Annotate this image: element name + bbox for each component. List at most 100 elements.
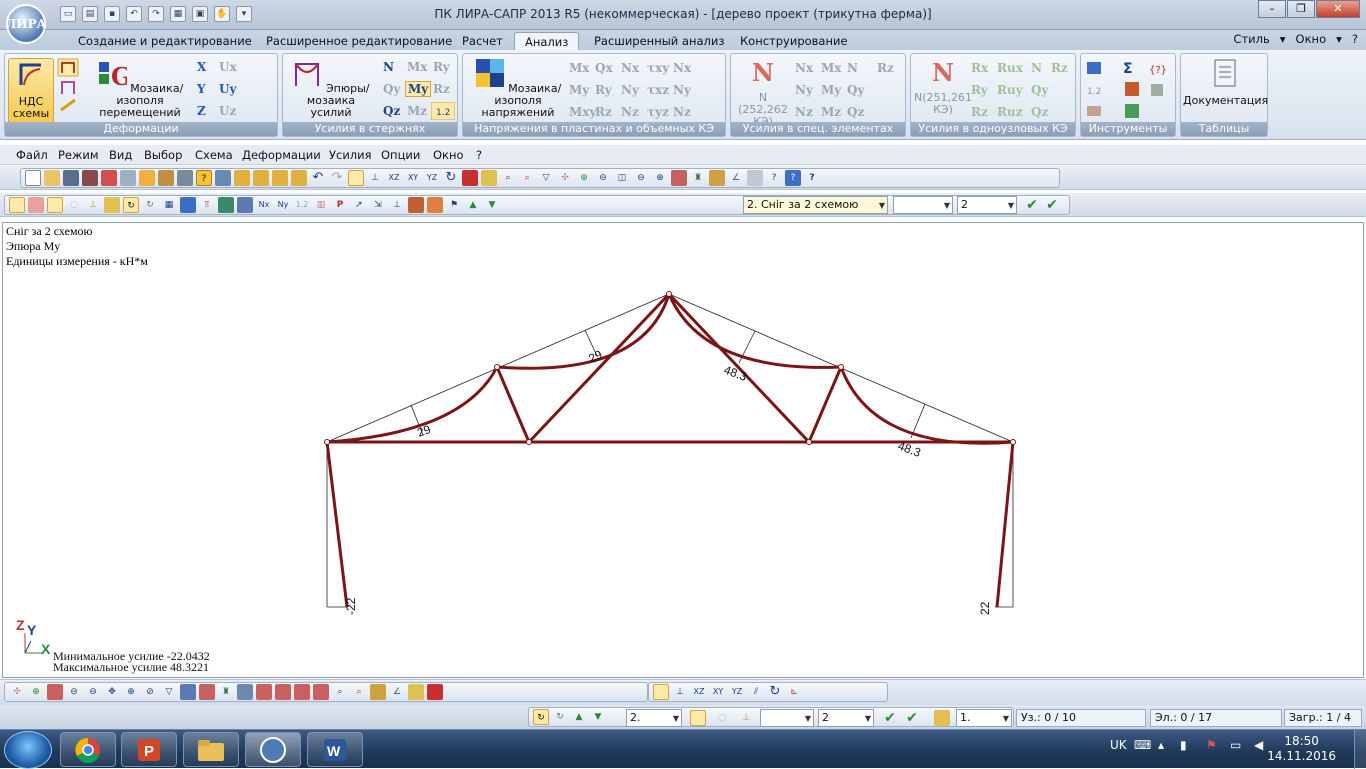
- zoom-out-icon[interactable]: ⊖: [595, 170, 611, 186]
- menu-view[interactable]: Вид: [109, 148, 132, 162]
- axes-red-icon[interactable]: ⊾: [786, 684, 802, 700]
- whats-this-icon[interactable]: ?: [766, 170, 782, 186]
- refresh2-icon[interactable]: ↻: [142, 197, 158, 213]
- projection-icon[interactable]: ⫽: [748, 684, 764, 700]
- settings-icon[interactable]: [177, 170, 193, 186]
- diagram-values-icon[interactable]: 1.2: [431, 102, 455, 120]
- uy-symbol[interactable]: Uy: [219, 82, 236, 96]
- zoom-fit-icon[interactable]: ⊕: [652, 170, 668, 186]
- zoom-reset-icon-b[interactable]: ⌕: [351, 684, 367, 700]
- fragment-icon-b[interactable]: ✣: [9, 684, 25, 700]
- load-icon-1[interactable]: [234, 170, 250, 186]
- view-xz-icon[interactable]: XZ: [386, 170, 402, 186]
- diagram-toggle-icon[interactable]: [28, 197, 44, 213]
- zoom-out-icon-b[interactable]: ⊖: [66, 684, 82, 700]
- z-symbol[interactable]: Z: [197, 104, 206, 118]
- p-icon[interactable]: P: [332, 197, 348, 213]
- print-icon[interactable]: [82, 170, 98, 186]
- apply-all-icon[interactable]: ✔: [1044, 197, 1060, 213]
- pencil-icon[interactable]: [481, 170, 497, 186]
- apply-icon-s[interactable]: ✔: [882, 710, 898, 726]
- marker-icon-b[interactable]: ♜: [218, 684, 234, 700]
- refresh-icon[interactable]: ↻: [123, 197, 139, 213]
- axes-view-icon-b[interactable]: [653, 684, 669, 700]
- maximize-button[interactable]: ❐: [1287, 0, 1315, 18]
- stress-map-icon[interactable]: [237, 197, 253, 213]
- apply-all-icon-s[interactable]: ✔: [904, 710, 920, 726]
- load-icon-4[interactable]: [291, 170, 307, 186]
- filter-select[interactable]: ▼: [893, 196, 953, 214]
- menu-help[interactable]: ?: [476, 148, 482, 162]
- undo-icon-tb[interactable]: ↶: [310, 170, 326, 186]
- dimension-icon[interactable]: ∠: [728, 170, 744, 186]
- mesh-icon[interactable]: ▦: [161, 197, 177, 213]
- view-xy-icon-b[interactable]: XY: [710, 684, 726, 700]
- rotate-icon[interactable]: ↻: [443, 170, 459, 186]
- circle-icon[interactable]: ◌: [66, 197, 82, 213]
- menu-mode[interactable]: Режим: [58, 148, 99, 162]
- view-xz-icon-b[interactable]: XZ: [691, 684, 707, 700]
- node[interactable]: [1010, 439, 1016, 445]
- flag-icon[interactable]: ⚑: [446, 197, 462, 213]
- zoom-in-icon-b[interactable]: ⊕: [28, 684, 44, 700]
- node[interactable]: [666, 291, 672, 297]
- language-indicator[interactable]: UK: [1110, 738, 1127, 752]
- redo-icon-tb[interactable]: ↷: [329, 170, 345, 186]
- n-symbol[interactable]: N: [383, 60, 394, 74]
- refresh2-icon-s[interactable]: ↻: [552, 709, 568, 725]
- node[interactable]: [526, 439, 532, 445]
- table-icon-1[interactable]: [237, 684, 253, 700]
- node[interactable]: [838, 364, 844, 370]
- refresh-icon-s[interactable]: ↻: [533, 709, 549, 725]
- help-menu[interactable]: ?: [1352, 32, 1358, 46]
- qz-symbol[interactable]: Qz: [383, 104, 400, 118]
- prev-load-icon[interactable]: ▲: [465, 197, 481, 213]
- powerpoint-taskbar-button[interactable]: P: [121, 732, 177, 767]
- hand-tool-icon[interactable]: [139, 170, 155, 186]
- tab-analysis[interactable]: Анализ: [514, 32, 580, 50]
- color-map-icon[interactable]: [218, 197, 234, 213]
- new-icon[interactable]: [25, 170, 41, 186]
- node[interactable]: [806, 439, 812, 445]
- uz-symbol[interactable]: Uz: [219, 104, 236, 118]
- pencil-icon-b[interactable]: [408, 684, 424, 700]
- no-select-icon[interactable]: ⊘: [142, 684, 158, 700]
- filter-icon[interactable]: ▽: [538, 170, 554, 186]
- table-icon-5[interactable]: [313, 684, 329, 700]
- start-button[interactable]: [4, 731, 52, 769]
- frame-icon[interactable]: [671, 170, 687, 186]
- brush-icon-b[interactable]: [370, 684, 386, 700]
- node[interactable]: [324, 439, 330, 445]
- tab-advanced-analysis[interactable]: Расширенный анализ: [584, 32, 734, 50]
- mosaic-displacement-button[interactable]: G Мозаика/изополя перемещений: [85, 58, 195, 119]
- table-icon-3[interactable]: [275, 684, 291, 700]
- ux-symbol[interactable]: Ux: [219, 60, 237, 74]
- rz-symbol[interactable]: Rz: [433, 82, 450, 96]
- table-icon-2[interactable]: [256, 684, 272, 700]
- system-clock[interactable]: 18:50 14.11.2016: [1267, 734, 1336, 764]
- tab-create-edit[interactable]: Создание и редактирование: [68, 32, 262, 50]
- mosaic-icon[interactable]: [180, 197, 196, 213]
- y-symbol[interactable]: Y: [197, 82, 206, 96]
- menu-file[interactable]: Файл: [16, 148, 48, 162]
- show-hidden-icon[interactable]: ▴: [1158, 738, 1164, 752]
- scale-select[interactable]: 1. ▼: [956, 709, 1012, 727]
- help-context-icon[interactable]: ?: [196, 170, 212, 186]
- pencil-icon-s[interactable]: [934, 710, 950, 726]
- export-result-icon[interactable]: [408, 197, 424, 213]
- filter-select-s[interactable]: ▼: [760, 709, 814, 727]
- menu-select[interactable]: Выбор: [144, 148, 182, 162]
- tab-calculation[interactable]: Расчет: [452, 32, 513, 50]
- support-icon-s[interactable]: ⊥: [738, 710, 754, 726]
- show-desktop-button[interactable]: [1354, 730, 1366, 769]
- mosaic-stress-button[interactable]: Мозаика/изополя напряжений: [465, 58, 571, 119]
- minimize-button[interactable]: –: [1258, 0, 1286, 18]
- load-number-select[interactable]: 2. ▼: [626, 709, 682, 727]
- prev-load-icon-s[interactable]: ▲: [571, 709, 587, 725]
- export-icon[interactable]: [101, 170, 117, 186]
- mz-symbol[interactable]: Mz: [407, 104, 427, 118]
- value-icon[interactable]: 1.2: [294, 197, 310, 213]
- copy-view-icon[interactable]: [747, 170, 763, 186]
- menu-forces[interactable]: Усилия: [329, 148, 372, 162]
- zoom-reset-icon[interactable]: ⌕: [519, 170, 535, 186]
